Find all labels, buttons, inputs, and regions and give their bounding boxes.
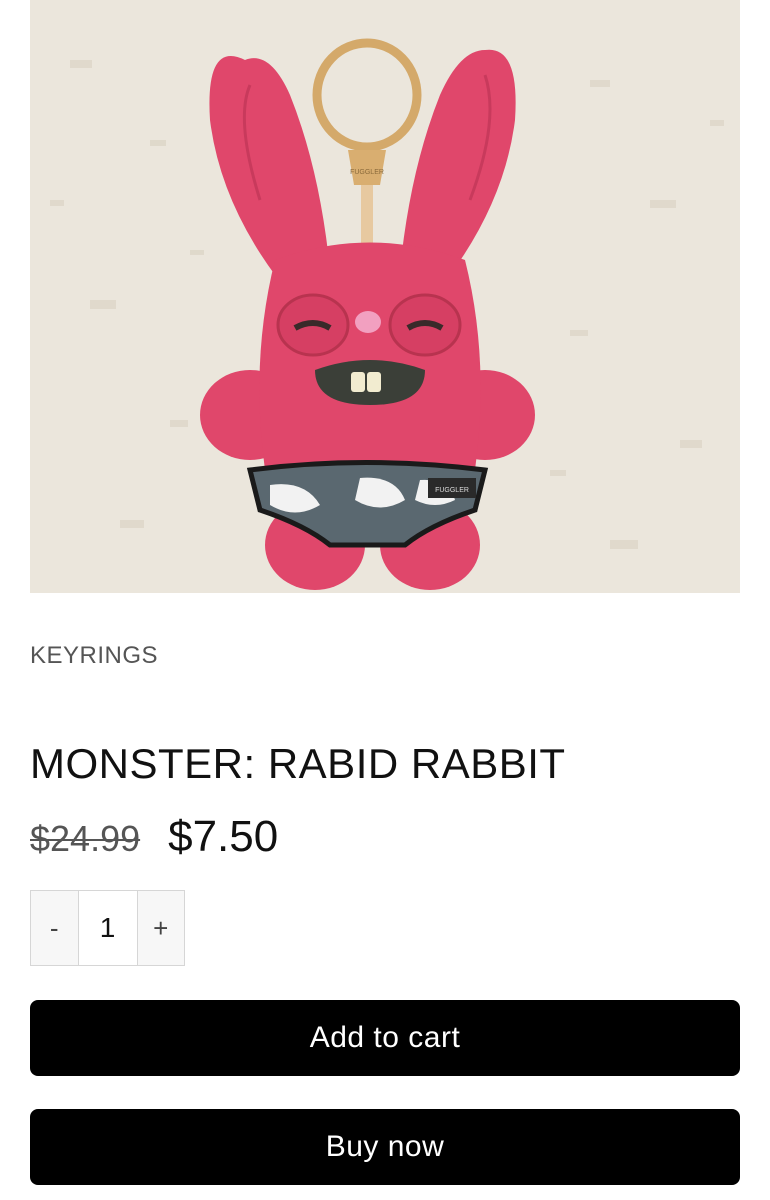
- product-image[interactable]: FUGGLER FUGGLER: [30, 0, 740, 593]
- add-to-cart-button[interactable]: Add to cart: [30, 1000, 740, 1076]
- rabbit-plush-illustration: FUGGLER FUGGLER: [50, 38, 724, 590]
- buy-now-button[interactable]: Buy now: [30, 1109, 740, 1185]
- clip-brand-text: FUGGLER: [350, 169, 384, 176]
- quantity-stepper: - +: [30, 890, 185, 966]
- product-category[interactable]: KEYRINGS: [30, 642, 158, 670]
- price-row: $24.99 $7.50: [30, 812, 278, 862]
- product-title: MONSTER: RABID RABBIT: [30, 740, 566, 787]
- quantity-decrement-button[interactable]: -: [31, 891, 78, 965]
- sale-price: $7.50: [168, 812, 279, 861]
- underwear-brand-text: FUGGLER: [435, 487, 469, 494]
- compare-at-price: $24.99: [30, 818, 141, 859]
- quantity-input[interactable]: [77, 891, 138, 965]
- quantity-increment-button[interactable]: +: [137, 891, 184, 965]
